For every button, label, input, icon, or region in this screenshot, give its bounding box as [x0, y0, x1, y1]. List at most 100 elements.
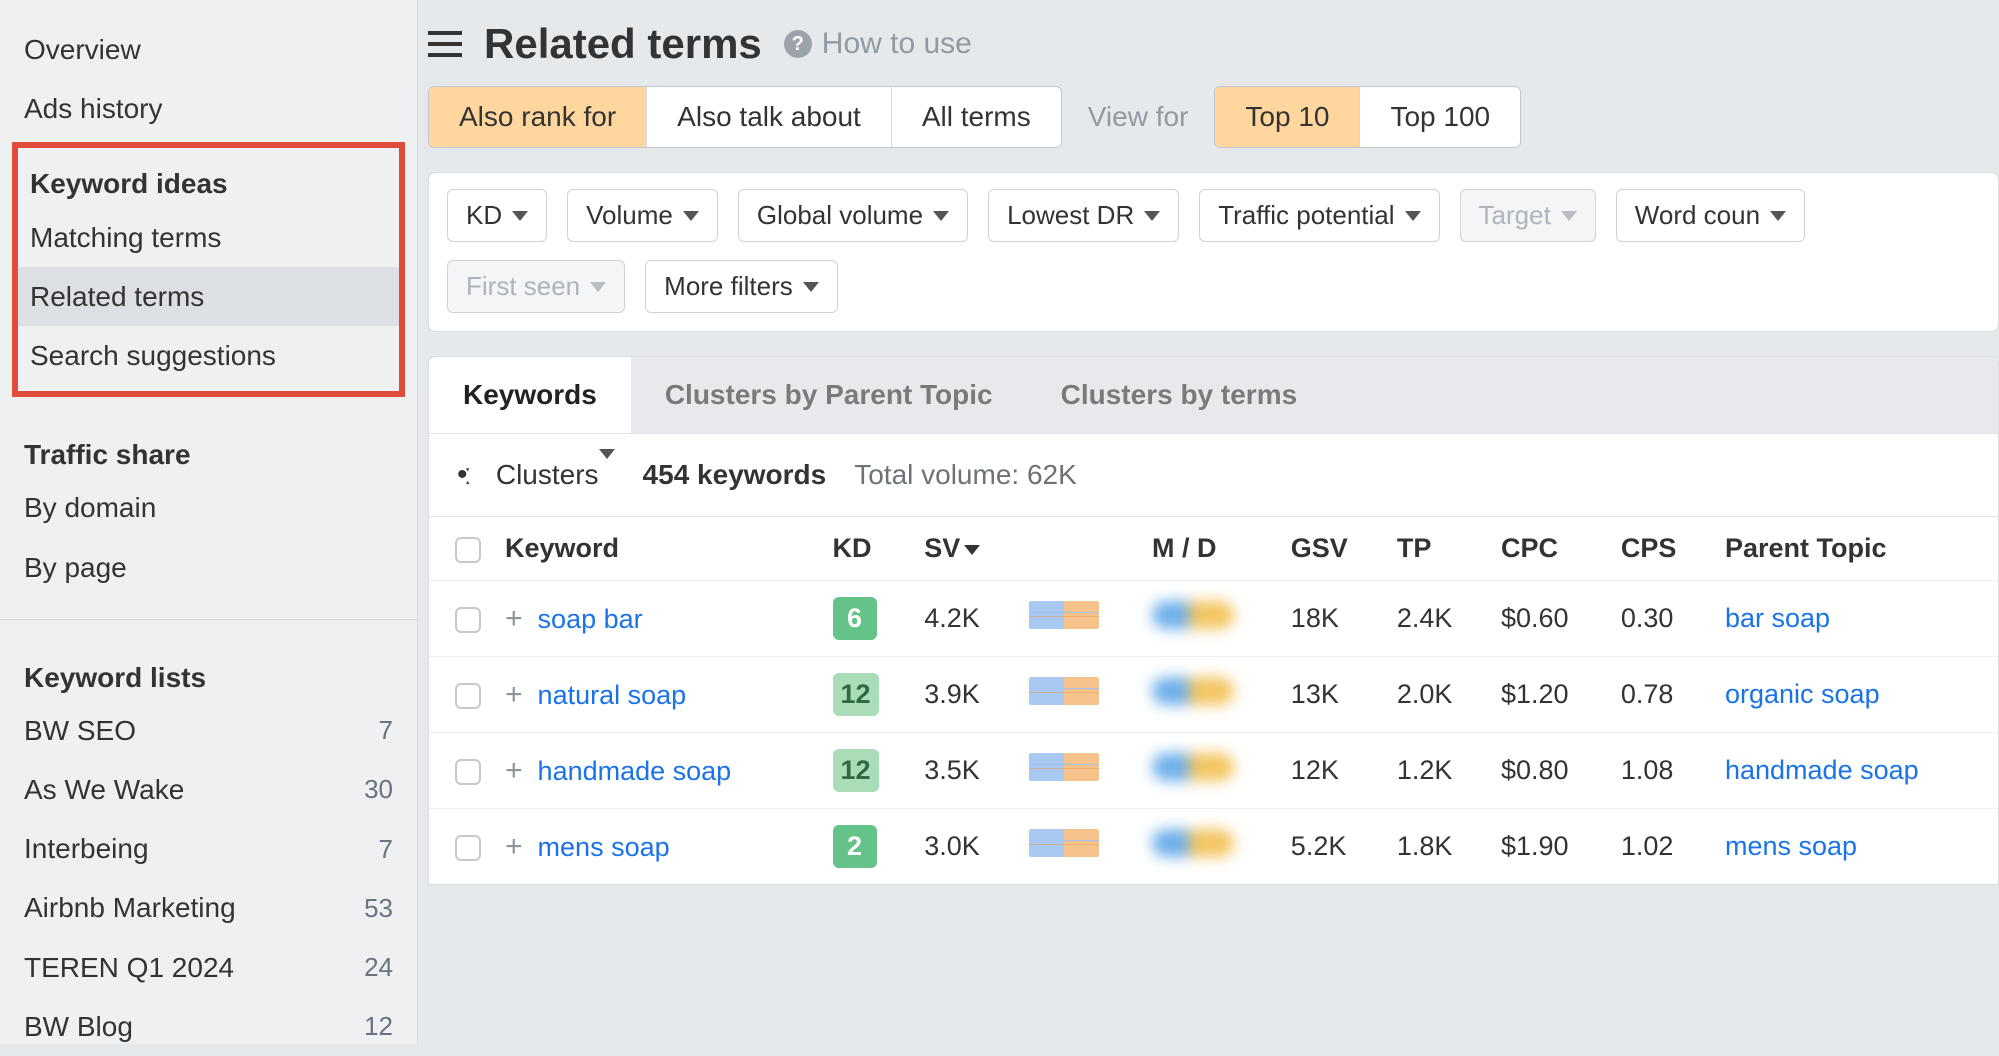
sidebar-item-ads-history[interactable]: Ads history: [0, 79, 417, 138]
clusters-dropdown[interactable]: Clusters: [496, 459, 615, 491]
tab-top-100[interactable]: Top 100: [1360, 87, 1520, 147]
sidebar-item-search-suggestions[interactable]: Search suggestions: [18, 326, 399, 385]
tab-top-10[interactable]: Top 10: [1215, 87, 1360, 147]
sv-value: 3.0K: [912, 809, 1017, 885]
clusters-label: Clusters: [496, 459, 599, 490]
filter-label: More filters: [664, 271, 793, 302]
list-name: BW SEO: [24, 711, 136, 750]
filter-traffic-potential[interactable]: Traffic potential: [1199, 189, 1439, 242]
col-cpc[interactable]: CPC: [1489, 517, 1609, 581]
sidebar-list-item[interactable]: TEREN Q1 202424: [0, 938, 417, 997]
result-tab-clusters-terms[interactable]: Clusters by terms: [1027, 357, 1332, 433]
parent-topic-link[interactable]: bar soap: [1725, 603, 1830, 633]
kd-badge: 12: [833, 749, 879, 792]
total-volume: Total volume: 62K: [854, 459, 1077, 491]
parent-topic-link[interactable]: mens soap: [1725, 831, 1857, 861]
chevron-down-icon: [1144, 211, 1160, 221]
sidebar-item-by-page[interactable]: By page: [0, 538, 417, 597]
col-parent[interactable]: Parent Topic: [1713, 517, 1998, 581]
filter-label: Volume: [586, 200, 673, 231]
sidebar-list-item[interactable]: BW SEO7: [0, 701, 417, 760]
row-checkbox[interactable]: [455, 835, 481, 861]
chevron-down-icon: [1405, 211, 1421, 221]
viewfor-tabs: Top 10 Top 100: [1214, 86, 1521, 148]
clusters-icon: •ː: [457, 458, 468, 492]
sidebar-item-related-terms[interactable]: Related terms: [18, 267, 399, 326]
filter-target: Target: [1460, 189, 1596, 242]
kd-badge: 2: [833, 825, 877, 868]
list-name: Interbeing: [24, 829, 149, 868]
page-title: Related terms: [484, 20, 762, 68]
row-checkbox[interactable]: [455, 683, 481, 709]
filter-kd[interactable]: KD: [447, 189, 547, 242]
kd-badge: 12: [833, 673, 879, 716]
filter-word-coun[interactable]: Word coun: [1616, 189, 1805, 242]
keywords-count: 454 keywords: [643, 459, 827, 491]
expand-icon[interactable]: +: [505, 754, 523, 787]
expand-icon[interactable]: +: [505, 830, 523, 863]
tab-also-rank-for[interactable]: Also rank for: [429, 87, 647, 147]
gsv-value: 12K: [1279, 733, 1385, 809]
filter-global-volume[interactable]: Global volume: [738, 189, 968, 242]
result-tab-clusters-parent[interactable]: Clusters by Parent Topic: [631, 357, 1027, 433]
keyword-link[interactable]: mens soap: [538, 832, 670, 862]
cps-value: 0.30: [1609, 581, 1713, 657]
keyword-link[interactable]: soap bar: [538, 604, 643, 634]
sidebar-heading-traffic-share: Traffic share: [0, 425, 417, 478]
filter-volume[interactable]: Volume: [567, 189, 718, 242]
col-cps[interactable]: CPS: [1609, 517, 1713, 581]
col-keyword[interactable]: Keyword: [493, 517, 821, 581]
chevron-down-icon: [599, 449, 615, 490]
row-checkbox[interactable]: [455, 759, 481, 785]
col-tp[interactable]: TP: [1385, 517, 1489, 581]
sidebar-list-item[interactable]: Interbeing7: [0, 819, 417, 878]
keyword-link[interactable]: natural soap: [538, 680, 687, 710]
expand-icon[interactable]: +: [505, 678, 523, 711]
sort-desc-icon: [964, 545, 980, 555]
sidebar-heading-keyword-lists: Keyword lists: [0, 648, 417, 701]
cps-value: 0.78: [1609, 657, 1713, 733]
sidebar-heading-keyword-ideas: Keyword ideas: [18, 154, 399, 207]
tp-value: 2.0K: [1385, 657, 1489, 733]
result-tab-keywords[interactable]: Keywords: [429, 357, 631, 433]
list-name: BW Blog: [24, 1007, 133, 1046]
main-content: Related terms ? How to use Also rank for…: [418, 0, 1999, 1044]
table-row: + handmade soap123.5K12K1.2K$0.801.08han…: [429, 733, 1998, 809]
parent-topic-link[interactable]: organic soap: [1725, 679, 1880, 709]
filters-panel: KD Volume Global volume Lowest DR Traffic po…: [428, 172, 1999, 332]
filter-lowest-dr[interactable]: Lowest DR: [988, 189, 1179, 242]
chevron-down-icon: [590, 282, 606, 292]
col-sv[interactable]: SV: [912, 517, 1017, 581]
sidebar-item-overview[interactable]: Overview: [0, 20, 417, 79]
sidebar-item-by-domain[interactable]: By domain: [0, 478, 417, 537]
sidebar-list-item[interactable]: As We Wake30: [0, 760, 417, 819]
chevron-down-icon: [803, 282, 819, 292]
tab-also-talk-about[interactable]: Also talk about: [647, 87, 892, 147]
sidebar-list-item[interactable]: BW Blog12: [0, 997, 417, 1056]
gsv-value: 13K: [1279, 657, 1385, 733]
filter-more-filters[interactable]: More filters: [645, 260, 838, 313]
list-count: 53: [364, 890, 393, 926]
sidebar-item-matching-terms[interactable]: Matching terms: [18, 208, 399, 267]
keyword-link[interactable]: handmade soap: [538, 756, 732, 786]
trend-sparkline: [1029, 601, 1099, 629]
sidebar-list-item[interactable]: Airbnb Marketing 53: [0, 878, 417, 937]
how-to-use-label: How to use: [822, 27, 972, 61]
col-kd[interactable]: KD: [821, 517, 913, 581]
results-panel: Keywords Clusters by Parent Topic Cluste…: [428, 356, 1999, 885]
col-gsv[interactable]: GSV: [1279, 517, 1385, 581]
col-md[interactable]: M / D: [1140, 517, 1279, 581]
view-for-label: View for: [1088, 101, 1189, 133]
chevron-down-icon: [1770, 211, 1786, 221]
row-checkbox[interactable]: [455, 607, 481, 633]
list-name: Airbnb Marketing: [24, 888, 236, 927]
tab-all-terms[interactable]: All terms: [892, 87, 1061, 147]
how-to-use-link[interactable]: ? How to use: [784, 27, 972, 61]
parent-topic-link[interactable]: handmade soap: [1725, 755, 1919, 785]
expand-icon[interactable]: +: [505, 602, 523, 635]
select-all-checkbox[interactable]: [455, 537, 481, 563]
cps-value: 1.08: [1609, 733, 1713, 809]
hamburger-icon[interactable]: [428, 31, 462, 57]
filter-label: Lowest DR: [1007, 200, 1134, 231]
sv-value: 3.9K: [912, 657, 1017, 733]
